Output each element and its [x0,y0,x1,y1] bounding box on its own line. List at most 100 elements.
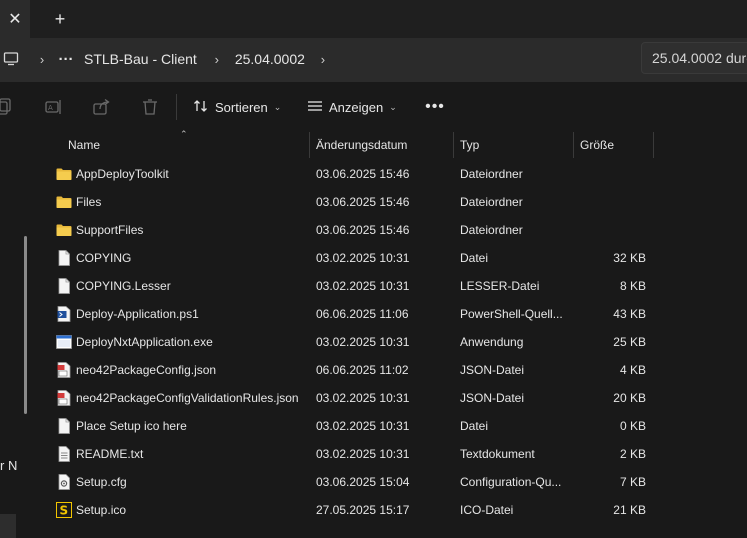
sort-label: Sortieren [215,99,268,115]
chevron-down-icon: ⌄ [389,101,397,112]
file-row[interactable]: Setup.cfg 03.06.2025 15:04 Configuration-Q… [36,468,747,496]
text-file-icon [55,440,73,468]
breadcrumb-item-stlb[interactable]: STLB-Bau - Client [84,42,197,76]
file-type: JSON-Datei [460,391,525,405]
column-header: ⌃ Name Änderungsdatum Typ Größe [36,129,747,158]
file-row[interactable]: S Setup.ico 27.05.2025 15:17 ICO-Datei 21 KB [36,496,747,524]
file-row[interactable]: Place Setup ico here 03.02.2025 10:31 Date… [36,412,747,440]
file-name: neo42PackageConfigValidationRules.json [76,391,299,405]
file-type: Dateiordner [460,195,523,209]
file-name: README.txt [76,447,144,461]
json-icon [55,384,73,412]
nav-item-selected[interactable] [0,514,16,538]
file-size: 25 KB [613,335,646,349]
chevron-down-icon: ⌄ [273,101,282,112]
file-row[interactable]: Deploy-Application.ps1 06.06.2025 11:06 Po… [36,300,747,328]
file-row[interactable]: README.txt 03.02.2025 10:31 Textdokument 2 … [36,440,747,468]
file-date: 06.06.2025 11:06 [316,307,409,321]
file-date: 03.06.2025 15:46 [316,195,410,209]
column-name[interactable]: Name [68,132,100,158]
column-type[interactable]: Typ [460,132,479,158]
file-row[interactable]: neo42PackageConfig.json 06.06.2025 11:02 J… [36,356,747,384]
file-type: Anwendung [460,335,524,349]
json-icon [55,356,73,384]
tab-bar: ✕ + [0,0,747,38]
nav-item-partial[interactable]: r N [0,458,17,473]
toolbar-divider [176,94,177,120]
file-size: 2 KB [619,447,646,461]
sort-button[interactable]: Sortieren ⌄ [193,94,281,120]
chevron-right-icon[interactable]: › [205,52,229,67]
file-type: LESSER-Datei [460,279,540,293]
file-size: 0 KB [619,419,646,433]
file-date: 27.05.2025 15:17 [316,503,410,517]
file-size: 43 KB [613,307,646,321]
breadcrumb: › ··· STLB-Bau - Client › 25.04.0002 › [0,42,634,76]
ellipsis-icon[interactable]: ··· [54,42,78,76]
file-date: 03.02.2025 10:31 [316,251,410,265]
file-type: JSON-Datei [460,363,525,377]
file-type: PowerShell-Quell... [460,307,563,321]
file-size: 7 KB [619,475,646,489]
computer-icon[interactable] [0,42,22,76]
file-row[interactable]: neo42PackageConfigValidationRules.json 03… [36,384,747,412]
file-row[interactable]: Files 03.06.2025 15:46 Dateiordner [36,188,747,216]
copy-icon[interactable] [0,96,14,118]
file-name: DeployNxtApplication.exe [76,335,213,349]
file-date: 03.02.2025 10:31 [316,419,410,433]
file-date: 03.02.2025 10:31 [316,447,410,461]
powershell-icon [55,300,73,328]
file-date: 03.02.2025 10:31 [316,391,410,405]
svg-text:S: S [60,504,69,518]
chevron-right-icon[interactable]: › [311,52,335,67]
file-type: ICO-Datei [460,503,514,517]
view-label: Anzeigen [329,99,384,115]
more-options-icon[interactable]: ••• [424,94,446,120]
column-divider[interactable] [309,132,310,158]
file-size [574,188,646,216]
chevron-right-icon[interactable]: › [30,52,54,67]
file-date: 03.02.2025 10:31 [316,279,410,293]
plus-icon[interactable]: + [48,8,72,30]
file-type: Dateiordner [460,223,523,237]
sort-ascending-icon: ⌃ [180,129,188,139]
file-size: 4 KB [619,363,646,377]
command-bar: A Sortieren ⌄ Anzeigen ⌄ ••• [0,82,747,132]
svg-text:A: A [48,104,53,112]
file-row[interactable]: COPYING.Lesser 03.02.2025 10:31 LESSER-Dat… [36,272,747,300]
close-icon[interactable]: ✕ [0,0,30,38]
sort-icon [193,98,209,117]
share-icon[interactable] [92,96,112,118]
folder-icon [55,216,73,244]
address-bar: › ··· STLB-Bau - Client › 25.04.0002 › 2… [0,38,747,82]
navigation-pane: r N [0,132,36,538]
file-date: 03.02.2025 10:31 [316,335,410,349]
ico-file-icon: S [55,496,73,524]
rename-icon[interactable]: A [44,96,64,118]
column-divider[interactable] [453,132,454,158]
file-size: 21 KB [613,503,646,517]
file-type: Textdokument [460,447,535,461]
column-divider[interactable] [653,132,654,158]
delete-icon[interactable] [140,96,160,118]
file-row[interactable]: DeployNxtApplication.exe 03.02.2025 10:31… [36,328,747,356]
file-name: COPYING [76,251,132,265]
file-name: neo42PackageConfig.json [76,363,217,377]
column-size[interactable]: Größe [580,132,614,158]
file-row[interactable]: COPYING 03.02.2025 10:31 Datei 32 KB [36,244,747,272]
file-name: Place Setup ico here [76,419,187,433]
file-size: 8 KB [619,279,646,293]
file-row[interactable]: AppDeployToolkit 03.06.2025 15:46 Dateiord… [36,160,747,188]
file-name: Files [76,195,102,209]
file-date: 06.06.2025 11:02 [316,363,409,377]
file-row[interactable]: SupportFiles 03.06.2025 15:46 Dateiordner [36,216,747,244]
column-divider[interactable] [573,132,574,158]
search-input[interactable]: 25.04.0002 durc [641,42,747,74]
file-icon [55,412,73,440]
nav-scrollbar[interactable] [24,236,27,414]
file-name: Setup.cfg [76,475,127,489]
file-name: Setup.ico [76,503,127,517]
breadcrumb-item-version[interactable]: 25.04.0002 [235,42,305,76]
column-date[interactable]: Änderungsdatum [316,132,407,158]
view-button[interactable]: Anzeigen ⌄ [307,94,397,120]
